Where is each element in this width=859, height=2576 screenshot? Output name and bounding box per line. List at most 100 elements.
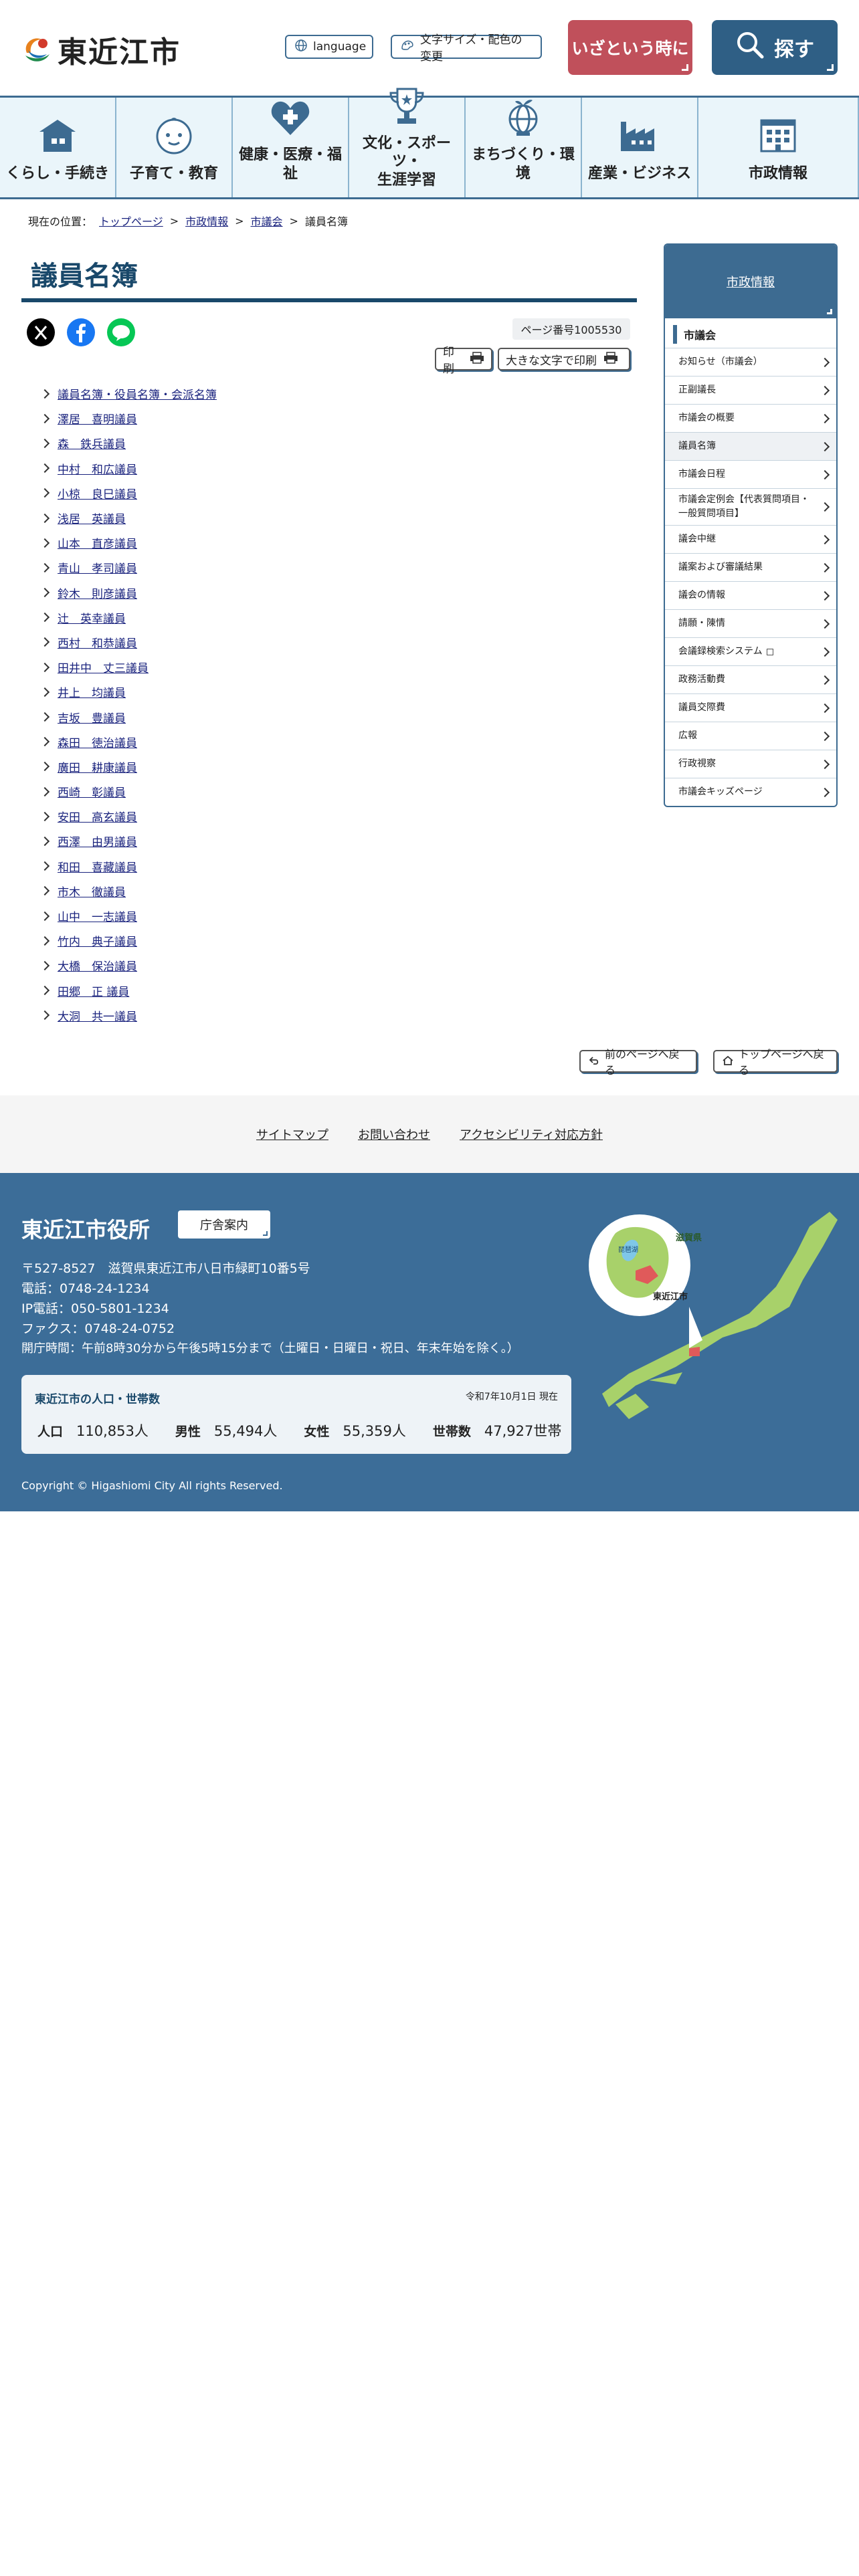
member-link[interactable]: 西澤 由男議員 xyxy=(58,833,137,849)
x-share-icon[interactable] xyxy=(27,318,55,346)
sidebar-item[interactable]: 政務活動費 xyxy=(665,665,836,693)
font-size-label: 文字サイズ・配色の変更 xyxy=(420,33,522,64)
map-pref-label: 滋賀県 xyxy=(676,1233,702,1243)
member-link[interactable]: 澤居 喜明議員 xyxy=(58,410,137,427)
gnav-item-living[interactable]: くらし・手続き xyxy=(0,98,116,197)
breadcrumb-link-top[interactable]: トップページ xyxy=(99,213,163,229)
member-link[interactable]: 森田 徳治議員 xyxy=(58,734,137,750)
population-date: 令和7年10月1日 現在 xyxy=(465,1392,558,1402)
top-page-button[interactable]: トップページへ戻る xyxy=(713,1048,838,1077)
line-share-icon[interactable] xyxy=(107,318,135,346)
member-link[interactable]: 大洞 共一議員 xyxy=(58,1007,137,1024)
office-guide-button[interactable]: 庁舎案内 xyxy=(178,1210,270,1239)
member-link[interactable]: 辻 英幸議員 xyxy=(58,609,126,626)
sidebar-item[interactable]: 請願・陳情 xyxy=(665,609,836,637)
facebook-share-icon[interactable] xyxy=(67,318,95,346)
breadcrumb-link-council[interactable]: 市議会 xyxy=(251,213,283,229)
print-large-label: 大きな文字で印刷 xyxy=(506,354,597,368)
gnav-item-community[interactable]: まちづくり・環境 xyxy=(466,98,582,197)
list-item: 西村 和恭議員 xyxy=(39,630,630,655)
sidebar-item[interactable]: 議案および審議結果 xyxy=(665,553,836,581)
sidebar-item[interactable]: 市議会定例会【代表質問項目・一般質問項目】 xyxy=(665,488,836,525)
print-label: 印刷 xyxy=(443,346,454,376)
map-city-label: 東近江市 xyxy=(653,1292,688,1302)
member-link[interactable]: 議員名簿・役員名簿・会派名簿 xyxy=(58,385,217,402)
list-item: 山中 一志議員 xyxy=(39,903,630,928)
gnav-item-childcare[interactable]: 子育て・教育 xyxy=(116,98,233,197)
member-link[interactable]: 森 鉄兵議員 xyxy=(58,435,126,451)
sidebar-item[interactable]: 行政視察 xyxy=(665,750,836,778)
chevron-right-icon xyxy=(39,389,50,399)
member-link[interactable]: 吉坂 豊議員 xyxy=(58,709,126,726)
sidebar-item[interactable]: 正副議長 xyxy=(665,376,836,404)
member-link[interactable]: 青山 孝司議員 xyxy=(58,559,137,576)
footer-link-sitemap[interactable]: サイトマップ xyxy=(256,1125,328,1143)
member-link[interactable]: 井上 均議員 xyxy=(58,683,126,700)
chevron-right-icon xyxy=(39,637,50,647)
sidebar-item[interactable]: 議会中継 xyxy=(665,525,836,553)
sidebar-item[interactable]: 市議会日程 xyxy=(665,460,836,488)
member-link[interactable]: 中村 和広議員 xyxy=(58,460,137,477)
footer-fax: ファクス：0748-24-0752 xyxy=(21,1321,175,1336)
sidebar: 市政情報 市議会 お知らせ（市議会） 正副議長 市議会の概要 議員名簿 市議会日程 市議会… xyxy=(664,243,838,807)
member-link[interactable]: 田郷 正 議員 xyxy=(58,982,129,999)
list-item: 森田 徳治議員 xyxy=(39,730,630,754)
print-large-button[interactable]: 大きな文字で印刷 xyxy=(498,348,630,370)
member-link[interactable]: 大橋 保治議員 xyxy=(58,957,137,974)
member-link[interactable]: 山本 直彦議員 xyxy=(58,534,137,551)
member-link[interactable]: 市木 徹議員 xyxy=(58,883,126,899)
gnav-label: まちづくり・環境 xyxy=(471,146,575,182)
sidebar-item[interactable]: お知らせ（市議会） xyxy=(665,348,836,376)
list-item: 青山 孝司議員 xyxy=(39,555,630,580)
search-button[interactable]: 探す xyxy=(712,20,838,75)
sidebar-item[interactable]: 広報 xyxy=(665,722,836,750)
chevron-right-icon xyxy=(39,613,50,623)
sidebar-item[interactable]: 会議録検索システム xyxy=(665,637,836,665)
member-link[interactable]: 安田 高玄議員 xyxy=(58,808,137,825)
print-button[interactable]: 印刷 xyxy=(435,346,492,376)
member-link[interactable]: 西村 和恭議員 xyxy=(58,634,137,651)
list-item: 大橋 保治議員 xyxy=(39,953,630,978)
gnav-item-health[interactable]: 健康・医療・福祉 xyxy=(233,98,349,197)
gnav-label: 子育て・教育 xyxy=(129,165,218,182)
footer-link-contact[interactable]: お問い合わせ xyxy=(358,1125,430,1143)
member-link[interactable]: 鈴木 則彦議員 xyxy=(58,584,137,601)
sidebar-head-link[interactable]: 市政情報 xyxy=(727,273,775,290)
list-item: 市木 徹議員 xyxy=(39,879,630,903)
emergency-button[interactable]: いざという時に xyxy=(568,20,692,75)
breadcrumb-link-cityinfo[interactable]: 市政情報 xyxy=(185,213,228,229)
member-link[interactable]: 田井中 丈三議員 xyxy=(58,659,149,675)
female-value: 55,359人 xyxy=(343,1423,406,1439)
copyright: Copyright © Higashiomi City All rights R… xyxy=(21,1479,283,1492)
member-link[interactable]: 和田 喜藏議員 xyxy=(58,858,137,875)
footer-link-accessibility[interactable]: アクセシビリティ対応方針 xyxy=(460,1125,603,1143)
sidebar-item[interactable]: 議会の情報 xyxy=(665,581,836,609)
gnav-item-cityinfo[interactable]: 市政情報 xyxy=(698,98,859,197)
back-button[interactable]: 前のページへ戻る xyxy=(579,1048,697,1077)
member-link[interactable]: 浅居 英議員 xyxy=(58,510,126,526)
baby-icon xyxy=(151,115,197,156)
sidebar-item[interactable]: 議員名簿 xyxy=(665,432,836,460)
breadcrumb-separator: > xyxy=(235,214,244,227)
global-nav: くらし・手続き 子育て・教育 健康・医療・福祉 文化・スポーツ・ 生涯学習 まち… xyxy=(0,88,859,199)
member-link[interactable]: 竹内 典子議員 xyxy=(58,932,137,949)
sidebar-item[interactable]: 市議会の概要 xyxy=(665,404,836,432)
gnav-label: くらし・手続き xyxy=(5,165,109,182)
member-link[interactable]: 西崎 彰議員 xyxy=(58,783,126,800)
member-link[interactable]: 山中 一志議員 xyxy=(58,907,137,924)
pop-value: 110,853人 xyxy=(76,1423,149,1439)
sidebar-item[interactable]: 議員交際費 xyxy=(665,693,836,722)
chevron-right-icon xyxy=(820,787,830,797)
site-logo[interactable]: 東近江市 xyxy=(21,28,181,71)
logo-text: 東近江市 xyxy=(58,35,181,70)
font-size-color-button[interactable]: 文字サイズ・配色の変更 xyxy=(391,33,542,64)
sidebar-item[interactable]: 市議会キッズページ xyxy=(665,778,836,806)
gnav-item-culture[interactable]: 文化・スポーツ・ 生涯学習 xyxy=(349,88,466,197)
external-link-icon xyxy=(766,648,773,655)
member-link[interactable]: 廣田 耕康議員 xyxy=(58,758,137,775)
sidebar-subheading: 市議会 xyxy=(673,325,836,344)
chevron-right-icon xyxy=(39,662,50,672)
member-link[interactable]: 小椋 良巳議員 xyxy=(58,485,137,502)
gnav-item-industry[interactable]: 産業・ビジネス xyxy=(582,98,698,197)
language-button[interactable]: language xyxy=(285,35,373,59)
